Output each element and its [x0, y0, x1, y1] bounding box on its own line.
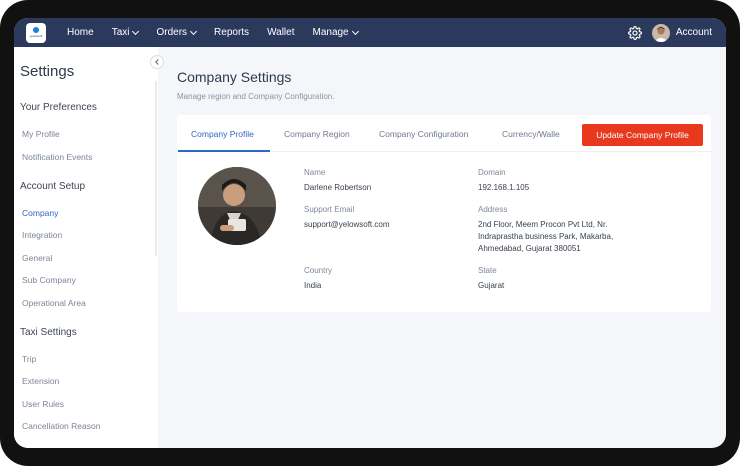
top-navbar: yelowsoft Home Taxi Orders Reports Walle… [14, 18, 726, 47]
company-profile-photo [198, 167, 276, 245]
nav-menu: Home Taxi Orders Reports Wallet Manage [67, 27, 376, 38]
chevron-down-icon [190, 27, 198, 35]
nav-item-label: Manage [312, 27, 349, 38]
sidebar-item-general[interactable]: General [22, 253, 52, 263]
account-label[interactable]: Account [676, 27, 712, 38]
update-company-profile-button[interactable]: Update Company Profile [582, 124, 703, 146]
country-label: Country [304, 266, 333, 275]
settings-sidebar: Settings Your Preferences My Profile Not… [14, 47, 164, 448]
nav-item-taxi[interactable]: Taxi [111, 27, 140, 38]
section-account-setup: Account Setup [20, 181, 86, 192]
tab-company-region[interactable]: Company Region [284, 129, 350, 139]
app-logo[interactable]: yelowsoft [26, 22, 46, 43]
tab-currency-wallet[interactable]: Currency/Walle [502, 129, 560, 139]
sidebar-item-operational-area[interactable]: Operational Area [22, 298, 86, 308]
logo-mark-icon [33, 27, 39, 33]
collapse-sidebar-button[interactable] [150, 55, 164, 69]
device-frame: yelowsoft Home Taxi Orders Reports Walle… [0, 0, 740, 466]
company-profile-card: Company Profile Company Region Company C… [177, 115, 711, 312]
nav-item-label: Wallet [267, 27, 295, 38]
nav-item-home[interactable]: Home [67, 27, 94, 38]
sidebar-item-company[interactable]: Company [22, 208, 58, 218]
address-line-3: Ahmedabad, Gujarat 380051 [478, 244, 581, 253]
address-label: Address [478, 205, 508, 214]
support-email-value: support@yelowsoft.com [304, 220, 390, 229]
address-line-1: 2nd Floor, Meem Procon Pvt Ltd, Nr. [478, 220, 608, 229]
nav-item-manage[interactable]: Manage [312, 27, 359, 38]
sidebar-scrollbar[interactable] [155, 81, 157, 256]
chevron-left-icon [155, 59, 161, 65]
nav-item-reports[interactable]: Reports [214, 27, 249, 38]
nav-item-label: Home [67, 27, 94, 38]
app-screen: yelowsoft Home Taxi Orders Reports Walle… [14, 18, 726, 448]
active-tab-indicator [178, 150, 270, 152]
chevron-down-icon [351, 27, 359, 35]
tab-company-profile[interactable]: Company Profile [191, 129, 254, 139]
sidebar-item-trip[interactable]: Trip [22, 354, 36, 364]
nav-item-label: Reports [214, 27, 250, 38]
sidebar-item-user-rules[interactable]: User Rules [22, 399, 64, 409]
settings-tabs: Company Profile Company Region Company C… [177, 115, 711, 152]
support-email-label: Support Email [304, 205, 355, 214]
nav-item-label: Taxi [111, 27, 130, 38]
domain-value: 192.168.1.105 [478, 183, 530, 192]
section-your-preferences: Your Preferences [20, 102, 97, 113]
domain-label: Domain [478, 168, 506, 177]
account-avatar[interactable] [651, 23, 670, 42]
sidebar-item-cancellation-reason[interactable]: Cancellation Reason [22, 421, 100, 431]
page-subtitle: Manage region and Company Configuration. [177, 92, 335, 101]
logo-text: yelowsoft [29, 34, 43, 38]
state-label: State [478, 266, 497, 275]
nav-item-orders[interactable]: Orders [156, 27, 198, 38]
sidebar-item-integration[interactable]: Integration [22, 230, 62, 240]
name-label: Name [304, 168, 326, 177]
sidebar-item-extension[interactable]: Extension [22, 376, 59, 386]
address-line-2: Indraprastha business Park, Makarba, [478, 232, 614, 241]
country-value: India [304, 281, 322, 290]
nav-item-label: Orders [156, 27, 188, 38]
nav-item-wallet[interactable]: Wallet [267, 27, 294, 38]
sidebar-item-sub-company[interactable]: Sub Company [22, 275, 76, 285]
name-value: Darlene Robertson [304, 183, 372, 192]
sidebar-item-notification-events[interactable]: Notification Events [22, 152, 92, 162]
page-title: Company Settings [177, 69, 292, 85]
tab-company-configuration[interactable]: Company Configuration [379, 129, 468, 139]
gear-icon[interactable] [627, 25, 642, 40]
sidebar-title: Settings [20, 63, 75, 80]
nav-right: Account [627, 18, 712, 47]
sidebar-item-my-profile[interactable]: My Profile [22, 129, 60, 139]
chevron-down-icon [132, 27, 140, 35]
state-value: Gujarat [478, 281, 505, 290]
section-taxi-settings: Taxi Settings [20, 327, 77, 338]
